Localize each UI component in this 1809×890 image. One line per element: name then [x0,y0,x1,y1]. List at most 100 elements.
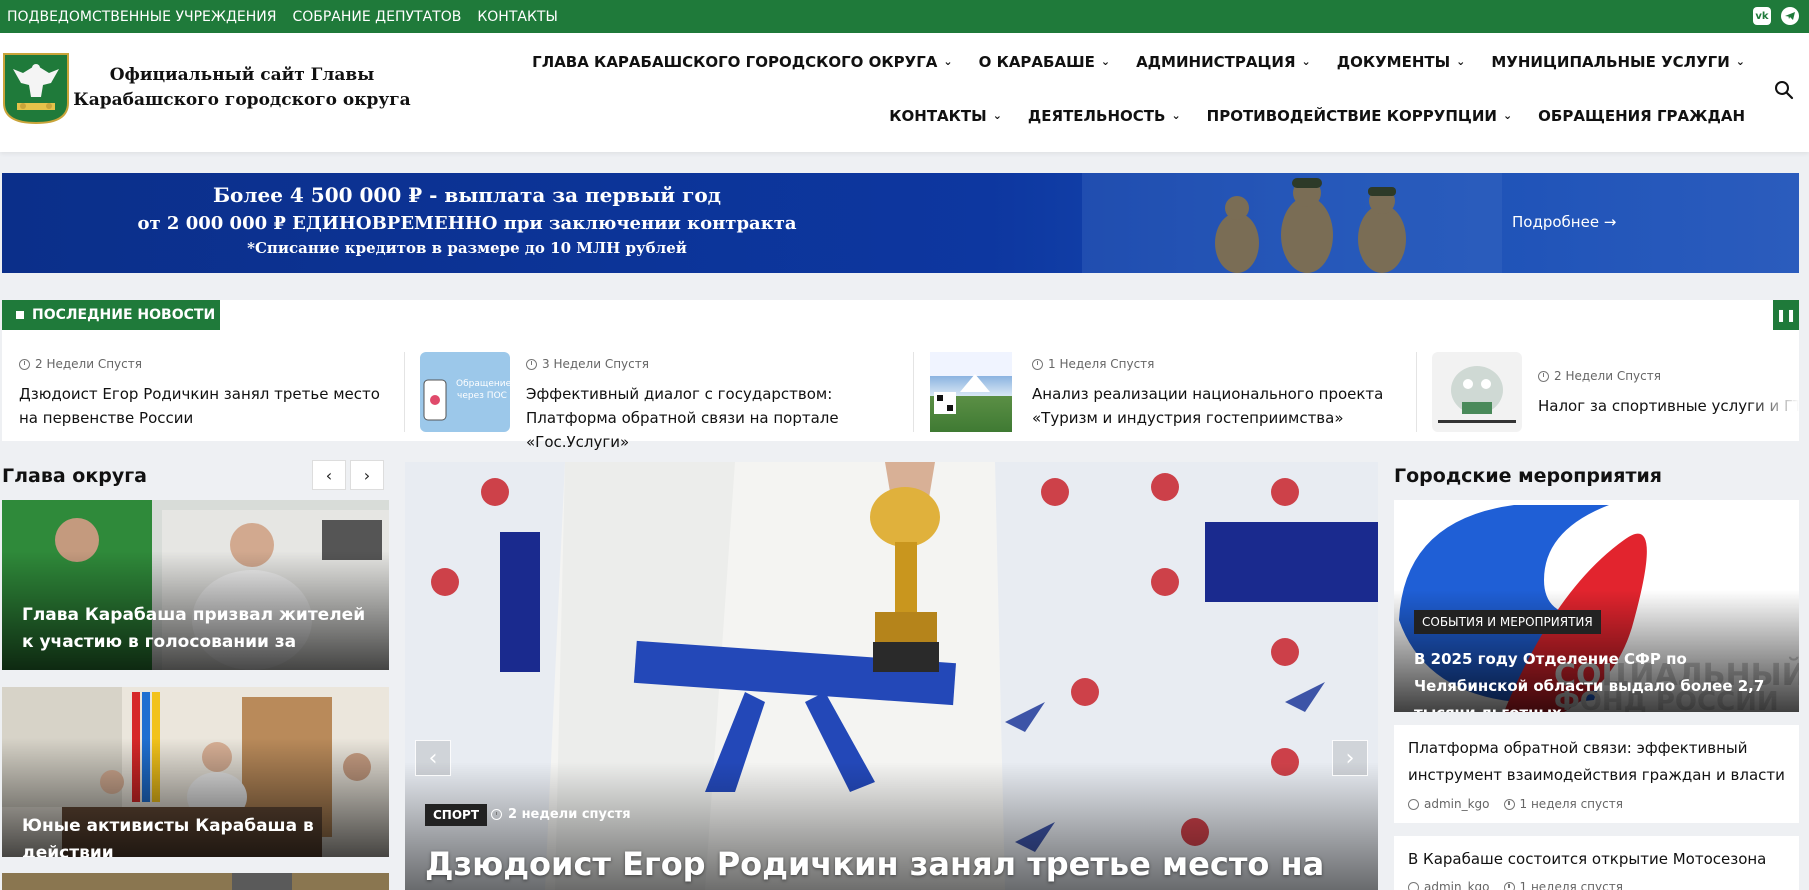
fade-overlay [1749,352,1799,432]
nav-label: ГЛАВА КАРАБАШСКОГО ГОРОДСКОГО ОКРУГА [532,53,938,71]
nav-municipal-services[interactable]: МУНИЦИПАЛЬНЫЕ УСЛУГИ ⌄ [1491,53,1745,71]
pause-icon[interactable]: ❚❚ [1773,300,1799,330]
head-news-card[interactable] [2,873,389,890]
featured-event-card[interactable]: СОЦИАЛЬНЫЙ ФОНД РОССИИ СОБЫТИЯ И МЕРОПРИ… [1394,500,1799,712]
nav-documents[interactable]: ДОКУМЕНТЫ ⌄ [1337,53,1466,71]
event-title[interactable]: В 2025 году Отделение СФР по Челябинской… [1414,646,1783,712]
ticker-item[interactable]: 2 Недели Спустя Налог за спортивные услу… [1432,352,1799,432]
nav-label: КОНТАКТЫ [889,107,987,125]
ticker-time: 1 Неделя Спустя [1032,357,1154,371]
chevron-left-icon[interactable]: ‹ [312,460,346,490]
nav-label: АДМИНИСТРАЦИЯ [1136,53,1296,71]
clock-icon [1538,370,1549,382]
slider-prev-icon[interactable]: ‹ [415,740,451,776]
card-photo [2,873,389,890]
divider [913,352,914,432]
chevron-down-icon: ⌄ [1735,54,1745,68]
nav-contacts[interactable]: КОНТАКТЫ ⌄ [889,107,1002,125]
top-links: ПОДВЕДОМСТВЕННЫЕ УЧРЕЖДЕНИЯ СОБРАНИЕ ДЕП… [7,0,558,33]
clock-icon [1032,358,1043,370]
clock-icon [1503,798,1515,810]
ticker-title[interactable]: Эффективный диалог с государством: Платф… [526,382,911,454]
hero-headline[interactable]: Дзюдоист Егор Родичкин занял третье мест… [425,845,1324,883]
ticker-time: 2 Недели Спустя [19,357,142,371]
event-list-title[interactable]: Платформа обратной связи: эффективный ин… [1408,735,1785,789]
nav-label: МУНИЦИПАЛЬНЫЕ УСЛУГИ [1491,53,1730,71]
ticker-time: 3 Недели Спустя [526,357,649,371]
chevron-down-icon: ⌄ [1100,54,1111,68]
ticker-title[interactable]: Анализ реализации национального проекта … [1032,382,1417,430]
banner-line-2: от 2 000 000 ₽ ЕДИНОВРЕМЕННО при заключе… [137,213,797,234]
clock-icon [19,358,30,370]
ticker-time: 2 Недели Спустя [1538,369,1661,383]
thumbnail-caption: Обращение через ПОС [456,379,510,401]
main-nav-row-2: КОНТАКТЫ ⌄ ДЕЯТЕЛЬНОСТЬ ⌄ ПРОТИВОДЕЙСТВИЕ … [889,107,1745,125]
banner-line-3: *Списание кредитов в размере до 10 МЛН р… [247,239,687,257]
coat-of-arms-logo[interactable] [3,53,69,125]
hero-photo [405,462,1378,890]
category-badge[interactable]: СОБЫТИЯ И МЕРОПРИЯТИЯ [1414,610,1601,634]
site-header: Официальный сайт Главы Карабашского горо… [0,33,1809,152]
category-tag[interactable]: СПОРТ [425,804,488,826]
hero-time: 2 недели спустя [491,807,631,822]
nav-label: ДОКУМЕНТЫ [1336,53,1451,71]
clock-icon [1503,881,1515,890]
main-nav-row-1: ГЛАВА КАРАБАШСКОГО ГОРОДСКОГО ОКРУГА ⌄ О … [532,53,1745,71]
top-link-institutions[interactable]: ПОДВЕДОМСТВЕННЫЕ УЧРЕЖДЕНИЯ [7,9,276,25]
ticker-thumbnail[interactable]: Обращение через ПОС [420,352,510,432]
vk-icon[interactable]: vk [1753,7,1771,25]
clock-icon [526,358,537,370]
event-list-title[interactable]: В Карабаше состоится открытие Мотосезона [1408,846,1785,873]
ticker-thumbnail[interactable] [1432,352,1522,432]
top-link-contacts[interactable]: КОНТАКТЫ [477,9,557,25]
author-link[interactable]: admin_kgo [1424,880,1490,890]
nav-citizen-appeals[interactable]: ОБРАЩЕНИЯ ГРАЖДАН [1538,107,1745,125]
nav-label: ДЕЯТЕЛЬНОСТЬ [1027,107,1166,125]
nav-activity[interactable]: ДЕЯТЕЛЬНОСТЬ ⌄ [1028,107,1181,125]
card-title[interactable]: Юные активисты Карабаша в действии [22,813,369,857]
nav-anti-corruption[interactable]: ПРОТИВОДЕЙСТВИЕ КОРРУПЦИИ ⌄ [1207,107,1513,125]
chevron-down-icon: ⌄ [992,108,1002,122]
search-icon[interactable] [1773,79,1795,101]
section-title-events: Городские мероприятия [1394,465,1662,487]
nav-about-karabash[interactable]: О КАРАБАШЕ ⌄ [979,53,1110,71]
telegram-icon[interactable] [1781,7,1799,25]
banner-line-1: Более 4 500 000 ₽ - выплата за первый го… [212,183,722,207]
latest-news-label: ПОСЛЕДНИЕ НОВОСТИ [2,300,220,330]
post-time: 1 неделя спустя [1519,797,1623,811]
nav-label: ПРОТИВОДЕЙСТВИЕ КОРРУПЦИИ [1206,107,1497,125]
ticker-thumbnail[interactable] [930,352,1012,432]
chevron-right-icon[interactable]: › [350,460,384,490]
event-list-item[interactable]: В Карабаше состоится открытие Мотосезона… [1394,836,1799,890]
social-links: vk [1753,7,1799,25]
user-icon [1408,798,1419,810]
soldiers-illustration [1082,173,1502,273]
chevron-down-icon: ⌄ [1502,108,1513,122]
nav-head-of-district[interactable]: ГЛАВА КАРАБАШСКОГО ГОРОДСКОГО ОКРУГА ⌄ [532,53,952,71]
ticker-item[interactable]: 2 Недели Спустя Дзюдоист Егор Родичкин з… [19,352,399,432]
banner-more-link[interactable]: Подробнее → [1512,213,1616,231]
event-list-item[interactable]: Платформа обратной связи: эффективный ин… [1394,725,1799,823]
top-link-deputies[interactable]: СОБРАНИЕ ДЕПУТАТОВ [292,9,461,25]
divider [1416,352,1417,432]
ticker-title[interactable]: Дзюдоист Егор Родичкин занял третье мест… [19,382,389,430]
head-news-card[interactable]: Юные активисты Карабаша в действии [2,687,389,857]
site-title[interactable]: Официальный сайт Главы Карабашского горо… [72,63,412,113]
chevron-down-icon: ⌄ [1301,54,1311,68]
chevron-down-icon: ⌄ [1456,54,1466,68]
author-link[interactable]: admin_kgo [1424,797,1490,811]
card-title[interactable]: Глава Карабаша призвал жителей к участию… [22,602,369,656]
top-bar: ПОДВЕДОМСТВЕННЫЕ УЧРЕЖДЕНИЯ СОБРАНИЕ ДЕП… [0,0,1809,33]
nav-label: ОБРАЩЕНИЯ ГРАЖДАН [1538,107,1745,125]
ticker-item[interactable]: 1 Неделя Спустя Анализ реализации национ… [930,352,1420,432]
ticker-item[interactable]: Обращение через ПОС 3 Недели Спустя Эффе… [420,352,910,451]
nav-administration[interactable]: АДМИНИСТРАЦИЯ ⌄ [1136,53,1311,71]
event-list-meta: admin_kgo 1 неделя спустя [1408,797,1623,811]
clock-icon [491,809,502,820]
slider-next-icon[interactable]: › [1332,740,1368,776]
recruitment-banner[interactable]: Более 4 500 000 ₽ - выплата за первый го… [2,173,1799,273]
user-icon [1408,881,1419,890]
featured-slider[interactable]: ‹ › СПОРТ 2 недели спустя Дзюдоист Егор … [405,462,1378,890]
head-news-card[interactable]: Глава Карабаша призвал жителей к участию… [2,500,389,670]
event-list-meta: admin_kgo 1 неделя спустя [1408,880,1623,890]
